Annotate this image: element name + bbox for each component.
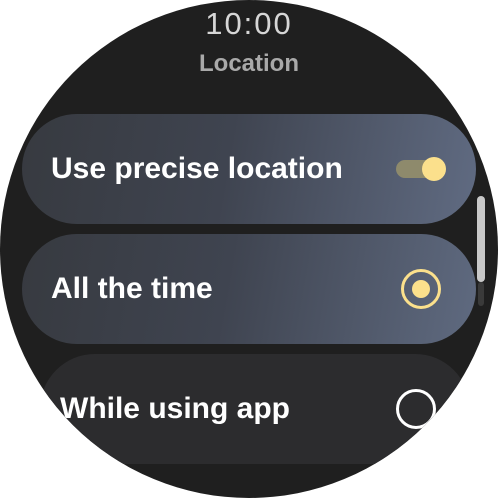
option-label: All the time xyxy=(51,272,213,305)
option-all-the-time[interactable]: All the time xyxy=(22,234,476,344)
option-while-using-app[interactable]: While using app xyxy=(40,354,470,464)
watch-screen: 10:00 Location Use precise location All … xyxy=(0,0,498,498)
radio-dot xyxy=(412,280,430,298)
precise-location-label: Use precise location xyxy=(51,152,343,185)
radio-selected-icon[interactable] xyxy=(401,269,441,309)
scrollbar-track xyxy=(478,282,484,306)
scrollbar-thumb[interactable] xyxy=(477,196,485,282)
precise-location-chip[interactable]: Use precise location xyxy=(22,114,476,224)
precise-location-toggle[interactable] xyxy=(396,157,448,181)
status-time: 10:00 xyxy=(205,6,293,41)
option-label: While using app xyxy=(60,392,290,425)
radio-unselected-icon[interactable] xyxy=(396,389,436,429)
toggle-thumb xyxy=(422,157,446,181)
page-title: Location xyxy=(199,50,299,77)
